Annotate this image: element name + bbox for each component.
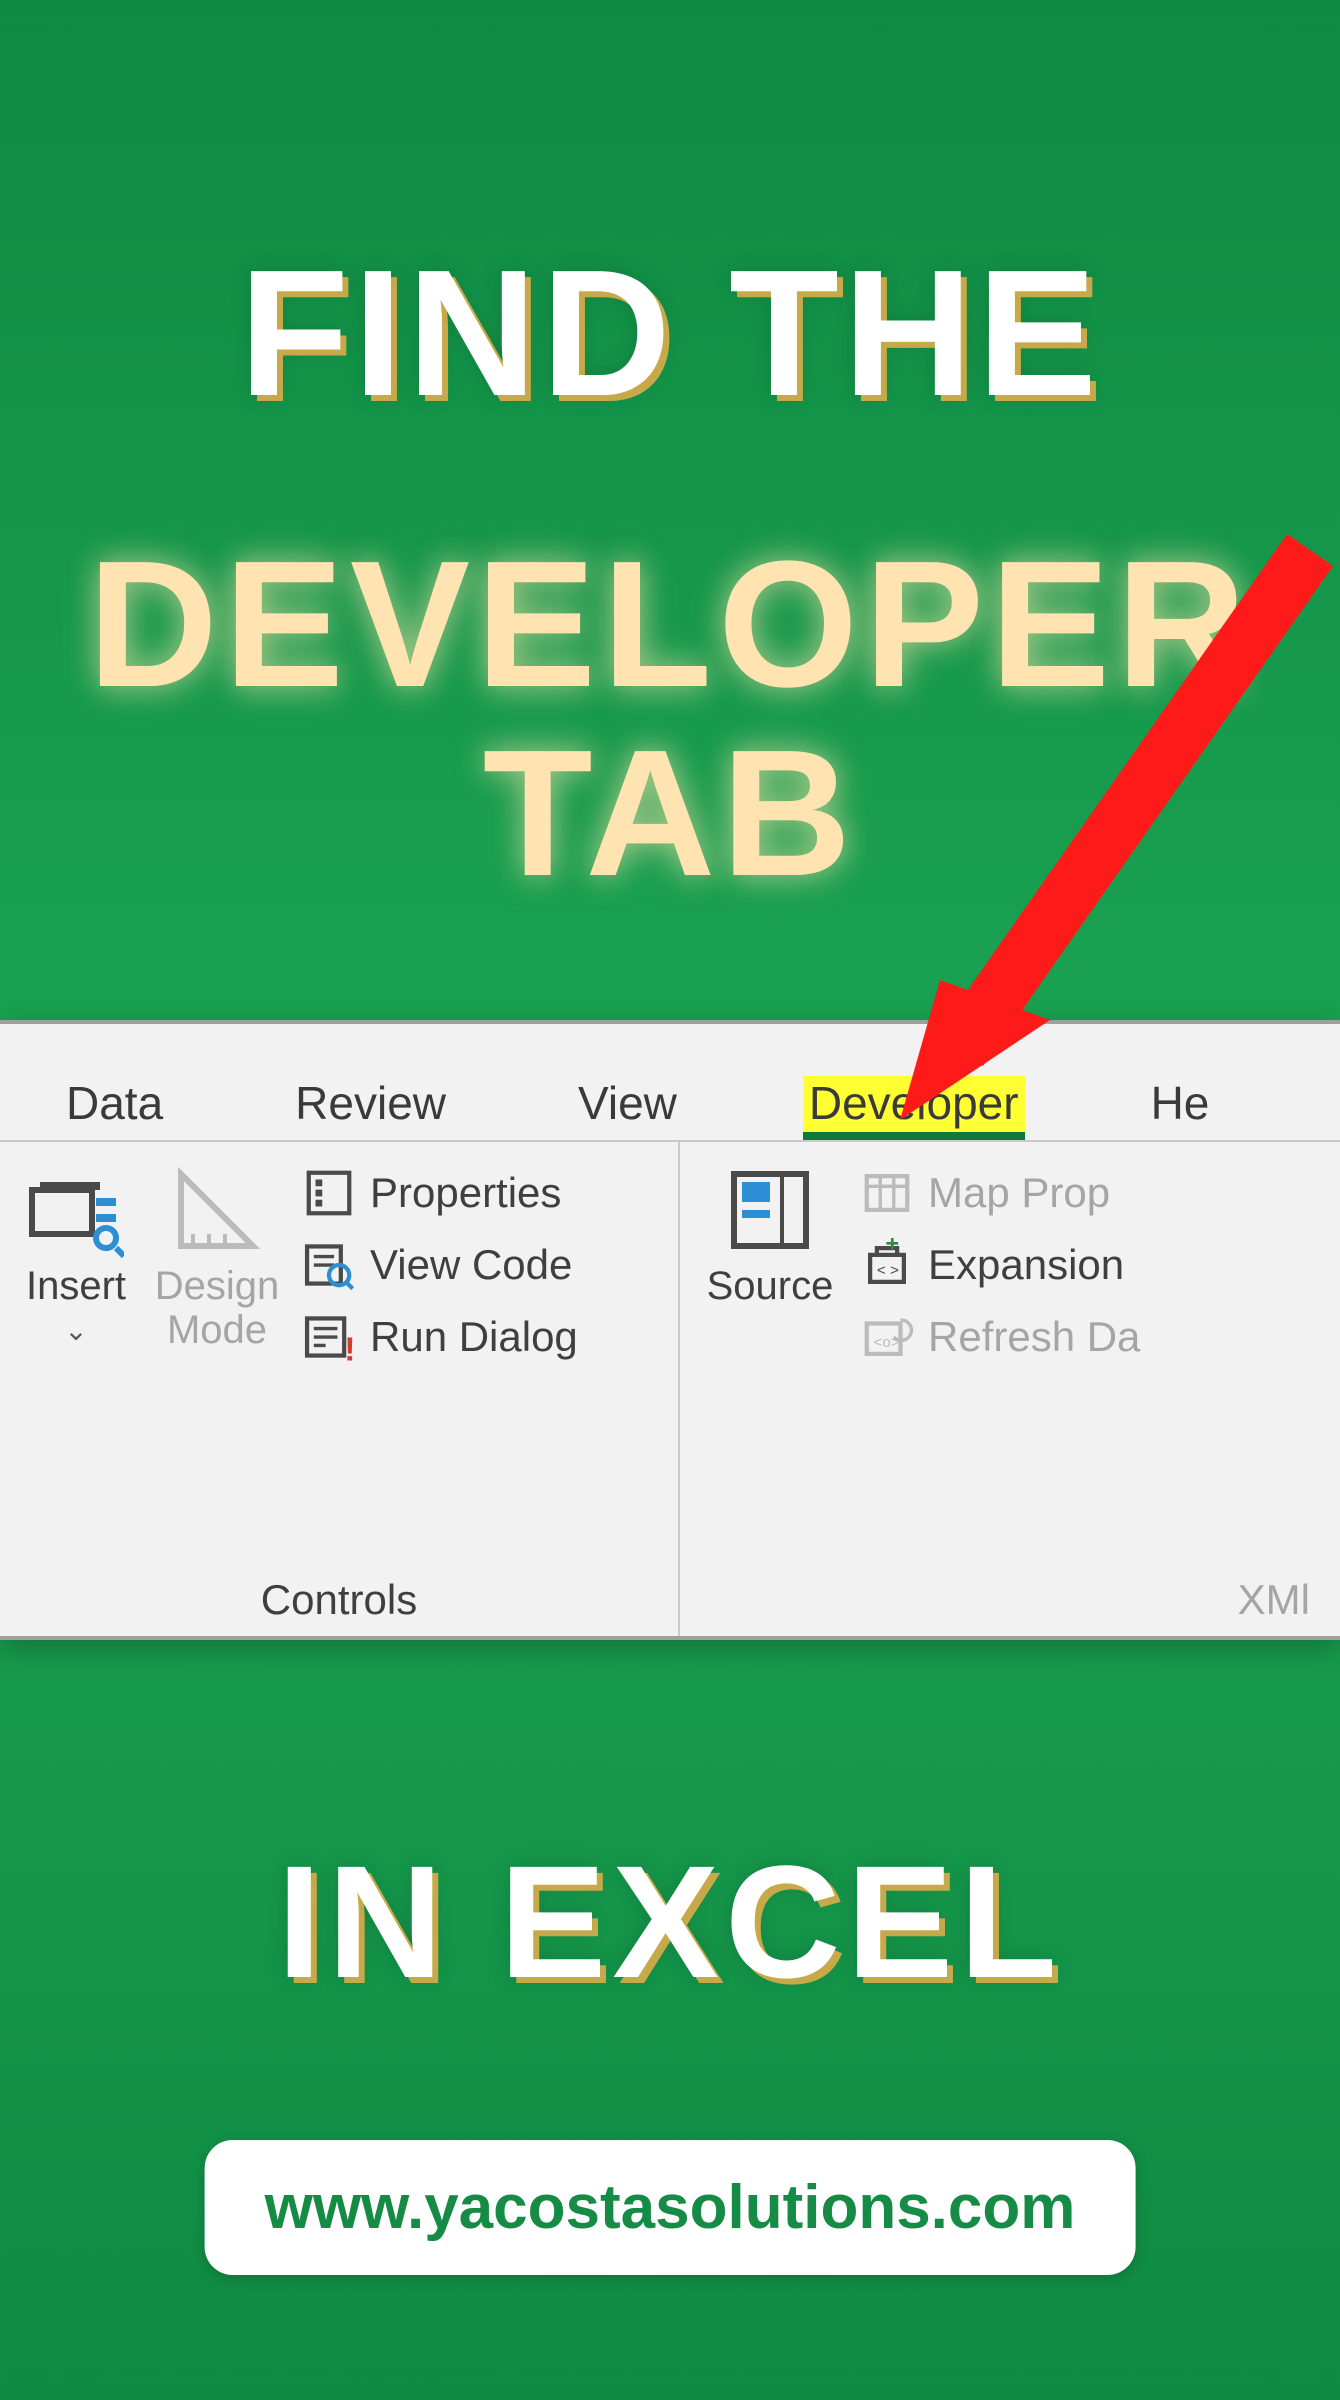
refresh-label: Refresh Da (928, 1313, 1140, 1361)
source-button[interactable]: Source (690, 1156, 850, 1568)
properties-button[interactable]: Properties (302, 1166, 578, 1220)
website-url[interactable]: www.yacostasolutions.com (205, 2140, 1136, 2275)
tab-developer[interactable]: Developer (803, 1076, 1025, 1140)
tab-data[interactable]: Data (60, 1076, 169, 1140)
view-code-icon (302, 1238, 356, 1292)
expansion-label: Expansion (928, 1241, 1124, 1289)
map-properties-button[interactable]: Map Prop (860, 1166, 1140, 1220)
refresh-data-button[interactable]: <o> Refresh Da (860, 1310, 1140, 1364)
tab-review[interactable]: Review (289, 1076, 452, 1140)
map-properties-label: Map Prop (928, 1169, 1110, 1217)
tab-help[interactable]: He (1145, 1076, 1216, 1140)
headline-in-excel: IN EXCEL (0, 1830, 1340, 2014)
controls-stack: Properties View Code ! Run Dialog (292, 1156, 586, 1568)
run-dialog-icon: ! (302, 1310, 356, 1364)
insert-controls-icon (28, 1162, 124, 1258)
headline-developer: DEVELOPER (88, 524, 1252, 725)
xml-group-label: XMl (690, 1568, 1330, 1636)
properties-label: Properties (370, 1169, 561, 1217)
source-label: Source (707, 1264, 834, 1308)
design-mode-label: DesignMode (155, 1264, 280, 1352)
tab-view[interactable]: View (572, 1076, 683, 1140)
chevron-down-icon: ⌄ (64, 1314, 87, 1347)
ruler-triangle-icon (169, 1162, 265, 1258)
svg-text:< >: < > (877, 1262, 899, 1279)
headline-find-the: FIND THE (0, 230, 1340, 437)
ribbon-tab-row: Data Review View Developer He (0, 1024, 1340, 1142)
ribbon-body: Insert ⌄ DesignMode (0, 1142, 1340, 1636)
insert-button[interactable]: Insert ⌄ (10, 1156, 142, 1568)
properties-icon (302, 1166, 356, 1220)
expansion-icon: + < > (860, 1238, 914, 1292)
expansion-packs-button[interactable]: + < > Expansion (860, 1238, 1140, 1292)
headline-developer-tab: DEVELOPER TAB (0, 530, 1340, 908)
group-controls: Insert ⌄ DesignMode (0, 1142, 680, 1636)
headline-tab: TAB (483, 713, 858, 914)
xml-stack: Map Prop + < > Expansion <o> Refresh Da (850, 1156, 1148, 1568)
svg-text:<o>: <o> (874, 1334, 900, 1351)
svg-text:!: ! (344, 1331, 355, 1364)
map-properties-icon (860, 1166, 914, 1220)
run-dialog-button[interactable]: ! Run Dialog (302, 1310, 578, 1364)
run-dialog-label: Run Dialog (370, 1313, 578, 1361)
source-pane-icon (722, 1162, 818, 1258)
view-code-button[interactable]: View Code (302, 1238, 578, 1292)
view-code-label: View Code (370, 1241, 572, 1289)
refresh-icon: <o> (860, 1310, 914, 1364)
controls-group-label: Controls (10, 1568, 668, 1636)
svg-text:+: + (885, 1238, 899, 1258)
design-mode-button[interactable]: DesignMode (142, 1156, 292, 1568)
group-xml: Source Map Prop + < > Expansion (680, 1142, 1340, 1636)
insert-label: Insert (26, 1264, 126, 1308)
excel-ribbon: Data Review View Developer He Insert ⌄ (0, 1020, 1340, 1640)
